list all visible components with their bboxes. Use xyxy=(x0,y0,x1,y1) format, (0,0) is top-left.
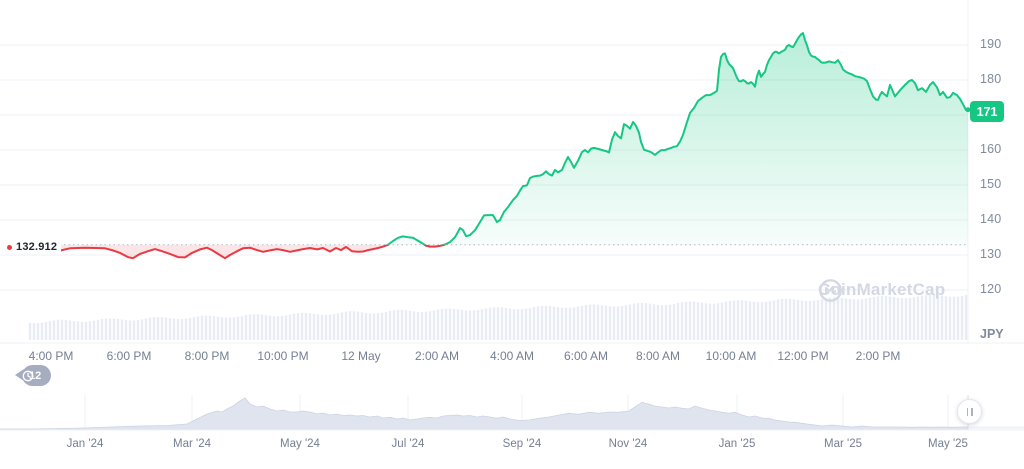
y-axis-tick-label: 150 xyxy=(980,177,1001,191)
navigator-tick-label: Mar '25 xyxy=(824,438,862,450)
navigator-tick-label: Mar '24 xyxy=(173,438,211,450)
x-axis-tick-label: 4:00 PM xyxy=(29,349,74,363)
y-axis-tick-label: 130 xyxy=(980,247,1001,261)
navigator-tick-label: May '24 xyxy=(280,438,320,450)
series-above-baseline xyxy=(55,33,968,258)
x-axis-tick-label: 8:00 AM xyxy=(636,349,680,363)
y-axis-tick-label: 160 xyxy=(980,142,1001,156)
last-price-value: 171 xyxy=(977,105,998,119)
x-axis-tick-label: 10:00 PM xyxy=(257,349,308,363)
volume-bars xyxy=(29,295,967,340)
x-axis-tick-label: 2:00 AM xyxy=(415,349,459,363)
timeline-navigator[interactable] xyxy=(0,395,1024,431)
navigator-resize-handle[interactable] xyxy=(957,399,982,424)
y-axis-tick-label: 140 xyxy=(980,212,1001,226)
navigator-tick-label: Jan '25 xyxy=(719,438,756,450)
x-axis-tick-label: 8:00 PM xyxy=(185,349,230,363)
y-axis-tick-label: 190 xyxy=(980,37,1001,51)
handle-grip-icon xyxy=(971,408,973,416)
price-chart-panel: 132.912 CoinMarketCap 171 JPY 12 1901801… xyxy=(0,0,1024,469)
navigator-tick-label: Nov '24 xyxy=(609,438,648,450)
handle-grip-icon xyxy=(967,408,969,416)
baseline-marker-dot-icon xyxy=(7,245,12,250)
baseline-price-value: 132.912 xyxy=(16,241,57,253)
baseline-price-label: 132.912 xyxy=(5,240,61,254)
navigator-area xyxy=(0,398,1024,430)
navigator-tick-label: Jan '24 xyxy=(67,438,104,450)
navigator-tick-label: Jul '24 xyxy=(392,438,425,450)
last-price-badge: 171 xyxy=(970,101,1004,122)
y-axis-tick-label: 120 xyxy=(980,282,1001,296)
x-axis-tick-label: 12:00 PM xyxy=(777,349,828,363)
x-axis-tick-label: 10:00 AM xyxy=(706,349,757,363)
x-axis-tick-label: 2:00 PM xyxy=(856,349,901,363)
y-axis-tick-label: 180 xyxy=(980,72,1001,86)
interval-indicator-badge[interactable]: 12 xyxy=(22,365,51,386)
navigator-tick-label: Sep '24 xyxy=(503,438,542,450)
navigator-tick-label: May '25 xyxy=(928,438,968,450)
main-price-chart[interactable] xyxy=(0,0,1024,345)
currency-unit-label: JPY xyxy=(980,327,1004,341)
x-axis-tick-label: 4:00 AM xyxy=(490,349,534,363)
x-axis-tick-label: 6:00 AM xyxy=(564,349,608,363)
x-axis-tick-label: 12 May xyxy=(341,349,380,363)
clock-icon xyxy=(22,370,34,382)
x-axis-tick-label: 6:00 PM xyxy=(107,349,152,363)
